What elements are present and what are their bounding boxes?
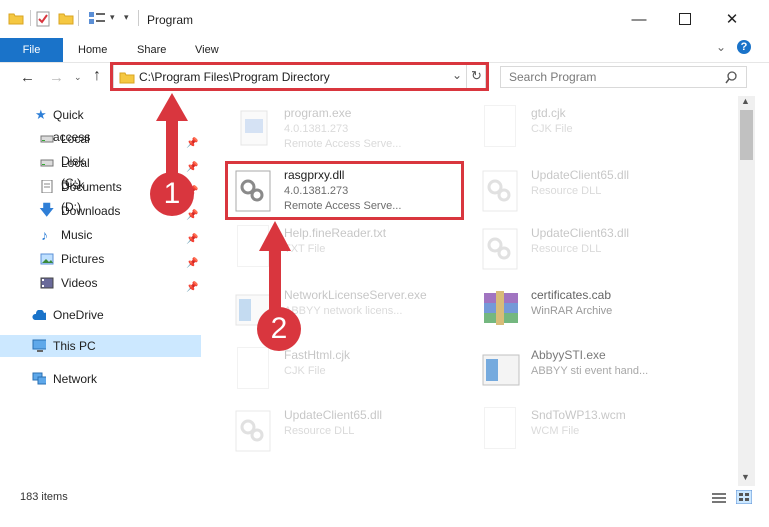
callout-1: 1 bbox=[150, 172, 194, 216]
status-bar: 183 items bbox=[0, 487, 769, 509]
callout-2: 2 bbox=[257, 307, 301, 351]
annotation-arrows bbox=[156, 93, 291, 318]
arrow-up-to-file bbox=[259, 221, 291, 318]
details-view-icon[interactable] bbox=[711, 491, 727, 504]
item-count: 183 items bbox=[20, 491, 68, 503]
large-icons-view-icon[interactable] bbox=[736, 490, 752, 504]
